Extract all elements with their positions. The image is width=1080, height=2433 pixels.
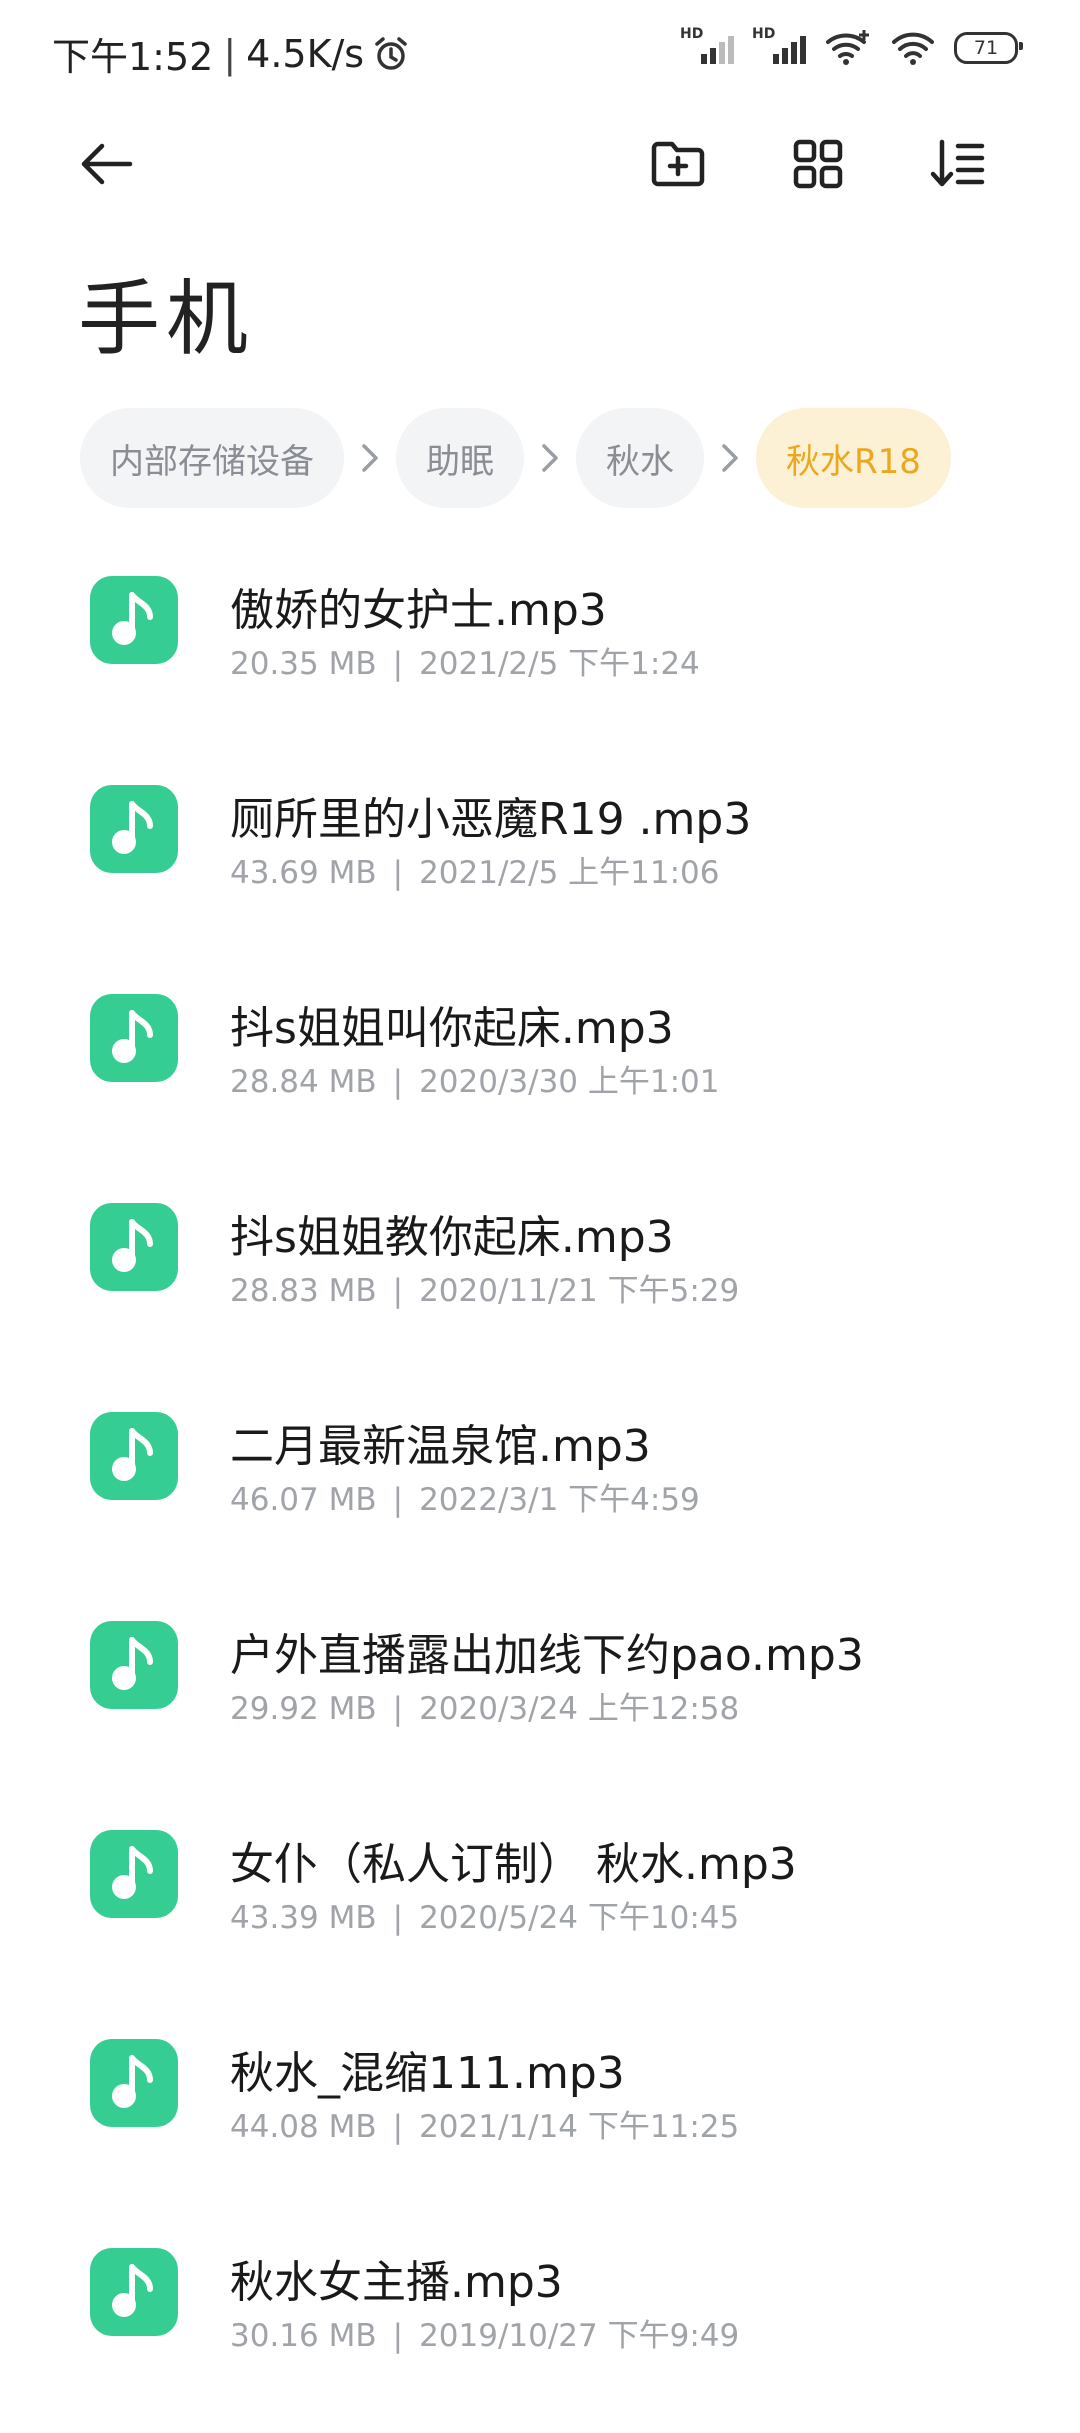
sort-button[interactable]	[924, 130, 992, 198]
arrow-left-icon	[81, 143, 133, 185]
file-date: 2021/2/5 上午11:06	[419, 855, 720, 891]
chevron-right-icon	[344, 441, 396, 475]
top-toolbar	[0, 110, 1080, 210]
file-meta: 43.69 MB | 2021/2/5 上午11:06	[230, 847, 720, 892]
wifi-plus-icon	[824, 28, 872, 68]
file-meta: 44.08 MB | 2021/1/14 下午11:25	[230, 2101, 739, 2146]
grid-view-button[interactable]	[784, 130, 852, 198]
file-meta: 28.84 MB | 2020/3/30 上午1:01	[230, 1056, 720, 1101]
file-date: 2020/3/30 上午1:01	[419, 1064, 720, 1100]
file-size: 44.08 MB	[230, 2109, 377, 2145]
file-date: 2020/3/24 上午12:58	[419, 1691, 740, 1727]
status-bar: 下午1:52 | 4.5K/s HD HD 71	[0, 0, 1080, 104]
file-date: 2021/2/5 下午1:24	[419, 646, 700, 682]
back-button[interactable]	[72, 130, 140, 198]
breadcrumb-item-qiushui[interactable]: 秋水	[576, 408, 704, 508]
meta-divider: |	[392, 646, 404, 682]
signal-icon: HD	[752, 26, 806, 70]
music-note-icon	[90, 1412, 178, 1500]
file-meta: 30.16 MB | 2019/10/27 下午9:49	[230, 2310, 739, 2355]
file-name: 秋水女主播.mp3	[230, 2257, 563, 2308]
file-date: 2020/11/21 下午5:29	[419, 1273, 740, 1309]
file-name: 抖s姐姐叫你起床.mp3	[230, 1003, 674, 1054]
folder-plus-icon	[651, 141, 705, 187]
meta-divider: |	[392, 1691, 404, 1727]
music-note-icon	[90, 994, 178, 1082]
file-size: 30.16 MB	[230, 2318, 377, 2354]
alarm-icon	[372, 35, 410, 73]
file-size: 28.84 MB	[230, 1064, 377, 1100]
file-date: 2020/5/24 下午10:45	[419, 1900, 740, 1936]
file-name: 厕所里的小恶魔R19 .mp3	[230, 794, 752, 845]
music-note-icon	[90, 1621, 178, 1709]
grid-icon	[793, 139, 843, 189]
file-name: 抖s姐姐教你起床.mp3	[230, 1212, 674, 1263]
file-meta: 29.92 MB | 2020/3/24 上午12:58	[230, 1683, 739, 1728]
file-name: 女仆（私人订制） 秋水.mp3	[230, 1839, 797, 1890]
file-list: 傲娇的女护士.mp3 20.35 MB | 2021/2/5 下午1:24 厕所里的…	[0, 552, 1080, 2433]
file-date: 2019/10/27 下午9:49	[419, 2318, 740, 2354]
status-separator: |	[223, 31, 237, 76]
wifi-icon	[890, 28, 936, 68]
file-name: 秋水_混缩111.mp3	[230, 2048, 625, 2099]
status-right: HD HD 71	[680, 26, 1023, 70]
meta-divider: |	[392, 2318, 404, 2354]
file-size: 20.35 MB	[230, 646, 377, 682]
list-item[interactable]: 户外直播露出加线下约pao.mp3 29.92 MB | 2020/3/24 上午1…	[0, 1597, 1080, 1806]
meta-divider: |	[392, 2109, 404, 2145]
status-left: 下午1:52 | 4.5K/s	[52, 26, 410, 81]
breadcrumb-item-current[interactable]: 秋水R18	[756, 408, 951, 508]
battery-icon: 71	[954, 32, 1023, 64]
new-folder-button[interactable]	[644, 130, 712, 198]
chevron-right-icon	[704, 441, 756, 475]
file-meta: 20.35 MB | 2021/2/5 下午1:24	[230, 638, 700, 683]
file-size: 43.69 MB	[230, 855, 377, 891]
list-item[interactable]: 秋水女主播.mp3 30.16 MB | 2019/10/27 下午9:49	[0, 2224, 1080, 2433]
file-size: 29.92 MB	[230, 1691, 377, 1727]
meta-divider: |	[392, 1064, 404, 1100]
sim2-hd-label: HD	[752, 26, 776, 42]
file-meta: 28.83 MB | 2020/11/21 下午5:29	[230, 1265, 739, 1310]
page-title: 手机	[78, 272, 255, 367]
status-time: 下午1:52	[52, 35, 214, 79]
meta-divider: |	[392, 855, 404, 891]
network-speed: 4.5K/s	[246, 31, 365, 76]
meta-divider: |	[392, 1273, 404, 1309]
list-item[interactable]: 抖s姐姐教你起床.mp3 28.83 MB | 2020/11/21 下午5:29	[0, 1179, 1080, 1388]
file-meta: 46.07 MB | 2022/3/1 下午4:59	[230, 1474, 700, 1519]
file-date: 2021/1/14 下午11:25	[419, 2109, 740, 2145]
list-item[interactable]: 抖s姐姐叫你起床.mp3 28.84 MB | 2020/3/30 上午1:01	[0, 970, 1080, 1179]
breadcrumb-item-sleep[interactable]: 助眠	[396, 408, 524, 508]
music-note-icon	[90, 2248, 178, 2336]
file-size: 28.83 MB	[230, 1273, 377, 1309]
file-size: 43.39 MB	[230, 1900, 377, 1936]
music-note-icon	[90, 2039, 178, 2127]
file-size: 46.07 MB	[230, 1482, 377, 1518]
sim1-hd-label: HD	[680, 26, 704, 42]
chevron-right-icon	[524, 441, 576, 475]
music-note-icon	[90, 785, 178, 873]
list-item[interactable]: 秋水_混缩111.mp3 44.08 MB | 2021/1/14 下午11:25	[0, 2015, 1080, 2224]
breadcrumb: 内部存储设备 助眠 秋水 秋水R18	[80, 408, 951, 508]
file-name: 二月最新温泉馆.mp3	[230, 1421, 651, 1472]
list-item[interactable]: 傲娇的女护士.mp3 20.35 MB | 2021/2/5 下午1:24	[0, 552, 1080, 761]
file-name: 傲娇的女护士.mp3	[230, 585, 607, 636]
meta-divider: |	[392, 1900, 404, 1936]
signal-icon: HD	[680, 26, 734, 70]
breadcrumb-item-internal-storage[interactable]: 内部存储设备	[80, 408, 344, 508]
file-meta: 43.39 MB | 2020/5/24 下午10:45	[230, 1892, 739, 1937]
music-note-icon	[90, 1830, 178, 1918]
file-date: 2022/3/1 下午4:59	[419, 1482, 700, 1518]
file-name: 户外直播露出加线下约pao.mp3	[230, 1630, 864, 1681]
battery-level: 71	[973, 37, 999, 59]
list-item[interactable]: 二月最新温泉馆.mp3 46.07 MB | 2022/3/1 下午4:59	[0, 1388, 1080, 1597]
list-item[interactable]: 厕所里的小恶魔R19 .mp3 43.69 MB | 2021/2/5 上午11:0…	[0, 761, 1080, 970]
meta-divider: |	[392, 1482, 404, 1518]
sort-icon	[930, 139, 985, 187]
music-note-icon	[90, 576, 178, 664]
list-item[interactable]: 女仆（私人订制） 秋水.mp3 43.39 MB | 2020/5/24 下午10:…	[0, 1806, 1080, 2015]
music-note-icon	[90, 1203, 178, 1291]
